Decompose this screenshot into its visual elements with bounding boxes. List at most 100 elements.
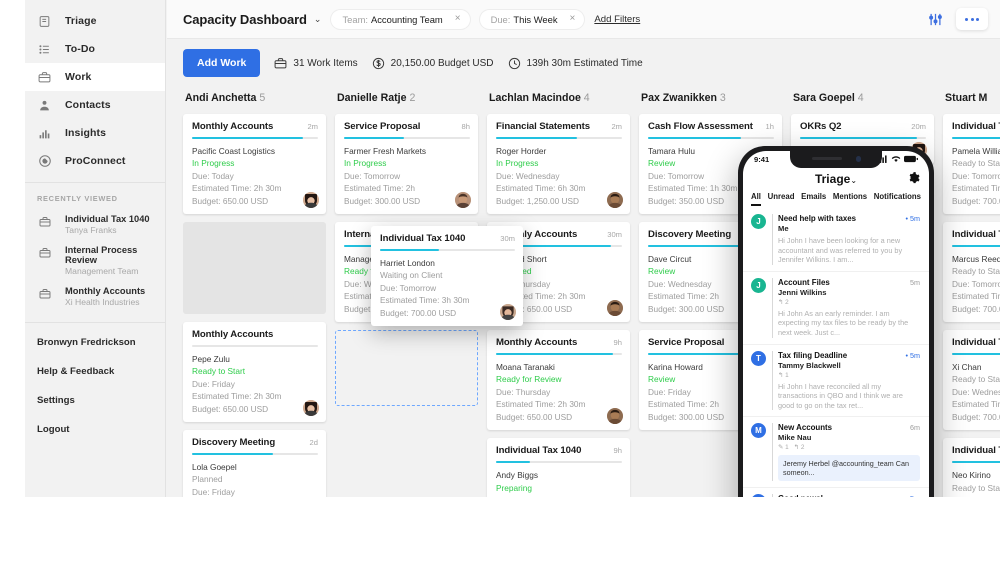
- work-card[interactable]: Monthly Accounts 2m Pacific Coast Logistic…: [183, 114, 326, 215]
- sidebar-item-label: Triage: [65, 15, 97, 27]
- sidebar-item-label: Contacts: [65, 99, 111, 111]
- card-estimate: Estimated Time: 3h: [952, 291, 1000, 302]
- phone-title[interactable]: Triage: [815, 172, 850, 186]
- phone-tab-all[interactable]: All: [751, 192, 761, 206]
- drop-target-zone[interactable]: [335, 330, 478, 407]
- sidebar-item-to-do[interactable]: To-Do: [25, 35, 165, 63]
- phone-tabs: All Unread Emails Mentions Notifications: [743, 189, 929, 206]
- card-client: Marcus Reed: [952, 254, 1000, 265]
- briefcase-icon: [37, 70, 52, 85]
- triage-message-item[interactable]: T Tax filing Deadline 5m Tammy Blackwell↰ 1…: [743, 345, 929, 418]
- filter-chip-team[interactable]: Team: Accounting Team ×: [331, 9, 470, 29]
- work-card[interactable]: Individual Tax 1040 9h Andy Biggs Preparing…: [487, 438, 630, 497]
- message-time: 5m: [905, 214, 920, 223]
- sidebar-item-user-profile[interactable]: Bronwyn Fredrickson: [25, 328, 165, 357]
- work-card[interactable]: Service Proposal 8h Farmer Fresh Markets In…: [335, 114, 478, 215]
- chevron-down-icon[interactable]: ⌄: [314, 14, 322, 25]
- progress-bar: [496, 137, 622, 139]
- card-status: Ready to Start: [952, 482, 1000, 493]
- sidebar-item-settings[interactable]: Settings: [25, 386, 165, 415]
- add-work-button[interactable]: Add Work: [183, 49, 261, 77]
- phone-tab-unread[interactable]: Unread: [768, 192, 795, 206]
- triage-message-item[interactable]: MGood news!5mMike Nau↰ 2Hi there, Great …: [743, 488, 929, 497]
- triage-message-item[interactable]: J Need help with taxes 5m Me Hi John I have …: [743, 208, 929, 272]
- card-title: Service Proposal: [648, 337, 725, 349]
- recent-item-internal-process-review[interactable]: Internal Process Review Management Team: [25, 240, 165, 281]
- card-budget: Budget: 650.00 USD: [496, 411, 573, 422]
- card-budget: Budget: 700.00 USD: [952, 411, 1000, 422]
- todo-list-icon: [37, 42, 52, 57]
- message-subject: Need help with taxes: [778, 214, 857, 223]
- card-estimate: Estimated Time: 3h: [952, 399, 1000, 410]
- column-owner-name: Andi Anchetta: [185, 92, 257, 104]
- top-bar: Capacity Dashboard ⌄ Team: Accounting Te…: [167, 0, 1000, 39]
- message-time: 6m: [910, 423, 920, 433]
- card-estimate: Estimated Time: 2h 30m: [496, 399, 586, 410]
- recent-item-title: Internal Process Review: [65, 245, 138, 265]
- message-sender: Me: [778, 224, 789, 233]
- filter-chip-due[interactable]: Due: This Week ×: [479, 9, 585, 29]
- card-estimate: Estimated Time: 2h 30m: [192, 183, 282, 194]
- sidebar-nav: Triage To-Do Work Contacts Insights ProC…: [25, 0, 165, 175]
- card-status: Preparing: [496, 482, 532, 493]
- card-time: 9h: [613, 446, 622, 456]
- phone-tab-emails[interactable]: Emails: [801, 192, 826, 206]
- briefcase-icon: [37, 286, 52, 301]
- message-time: 5m: [905, 494, 920, 497]
- add-filters-link[interactable]: Add Filters: [594, 14, 640, 25]
- stat-label: 20,150.00 Budget USD: [390, 57, 494, 69]
- work-card[interactable]: Individual Tax 1040 Xi ChanReady to Start…: [943, 330, 1000, 431]
- card-status: In Progress: [192, 158, 235, 169]
- progress-bar: [192, 453, 318, 456]
- card-due: Due: Today: [192, 170, 234, 181]
- gear-icon[interactable]: [908, 172, 920, 184]
- phone-tab-notifications[interactable]: Notifications: [874, 192, 921, 206]
- stat-estimated-time: 139h 30m Estimated Time: [508, 57, 643, 70]
- more-horizontal-icon[interactable]: [956, 8, 988, 30]
- card-time: 2m: [307, 122, 318, 131]
- progress-bar: [192, 137, 318, 139]
- sliders-icon[interactable]: [922, 8, 948, 30]
- triage-message-item[interactable]: M New Accounts 6m Mike Nau ✎ 1 ↰ 2 Jeremy Herb…: [743, 417, 929, 489]
- sidebar-item-proconnect[interactable]: ProConnect: [25, 147, 165, 175]
- sidebar-item-contacts[interactable]: Contacts: [25, 91, 165, 119]
- card-due: Due: Tomorrow: [952, 170, 1000, 181]
- close-icon[interactable]: ×: [570, 14, 576, 24]
- close-icon[interactable]: ×: [455, 14, 461, 24]
- card-client: Lola Goepel: [192, 462, 237, 473]
- column-header: Stuart M: [943, 87, 1000, 114]
- triage-message-item[interactable]: J Account Files 5m Jenni Wilkins ↰ 2 Hi John …: [743, 272, 929, 345]
- work-card[interactable]: Individual Tax 1040 Pamela Williams Ready …: [943, 114, 1000, 215]
- column-owner-name: Sara Goepel: [793, 92, 855, 104]
- work-card[interactable]: Monthly Accounts 9h Moana Taranaki Ready fo…: [487, 330, 630, 431]
- board-column: Andi Anchetta 5 Monthly Accounts 2m Pacific…: [183, 87, 335, 497]
- avatar: [303, 192, 319, 209]
- card-client: Neo Kirino: [952, 470, 991, 481]
- card-client: Pepe Zulu: [192, 354, 230, 365]
- work-card[interactable]: Monthly Accounts Pepe Zulu Ready to Start D…: [183, 322, 326, 423]
- card-status: In Progress: [496, 158, 539, 169]
- work-card[interactable]: Individual Tax 1040 Neo KirinoReady to St…: [943, 438, 1000, 497]
- card-time: 2m: [611, 122, 622, 131]
- work-card[interactable]: Individual Tax 1040 Marcus ReedReady to S…: [943, 222, 1000, 323]
- work-card[interactable]: Financial Statements 2m Roger Horder In Pro…: [487, 114, 630, 215]
- message-subject: New Accounts: [778, 423, 833, 433]
- stat-label: 139h 30m Estimated Time: [526, 57, 643, 69]
- status-time: 9:41: [754, 155, 770, 164]
- dragged-card-individual-tax-1040[interactable]: Individual Tax 1040 30m Harriet London W…: [371, 226, 523, 327]
- drag-placeholder: [183, 222, 326, 315]
- column-owner-name: Pax Zwanikken: [641, 92, 717, 104]
- work-card[interactable]: Discovery Meeting 2d Lola Goepel Planned Due…: [183, 430, 326, 497]
- sidebar-item-insights[interactable]: Insights: [25, 119, 165, 147]
- sidebar-item-logout[interactable]: Logout: [25, 415, 165, 444]
- chevron-down-icon[interactable]: ⌄: [850, 176, 857, 185]
- card-title: Service Proposal: [344, 121, 421, 132]
- phone-tab-mentions[interactable]: Mentions: [833, 192, 867, 206]
- sidebar-item-triage[interactable]: Triage: [25, 7, 165, 35]
- card-title: Discovery Meeting: [192, 437, 276, 449]
- sidebar-item-work[interactable]: Work: [25, 63, 165, 91]
- avatar: J: [751, 277, 766, 293]
- sidebar-item-help-feedback[interactable]: Help & Feedback: [25, 357, 165, 386]
- recent-item-individual-tax-1040[interactable]: Individual Tax 1040 Tanya Franks: [25, 209, 165, 240]
- recent-item-monthly-accounts[interactable]: Monthly Accounts Xi Health Industries: [25, 281, 165, 312]
